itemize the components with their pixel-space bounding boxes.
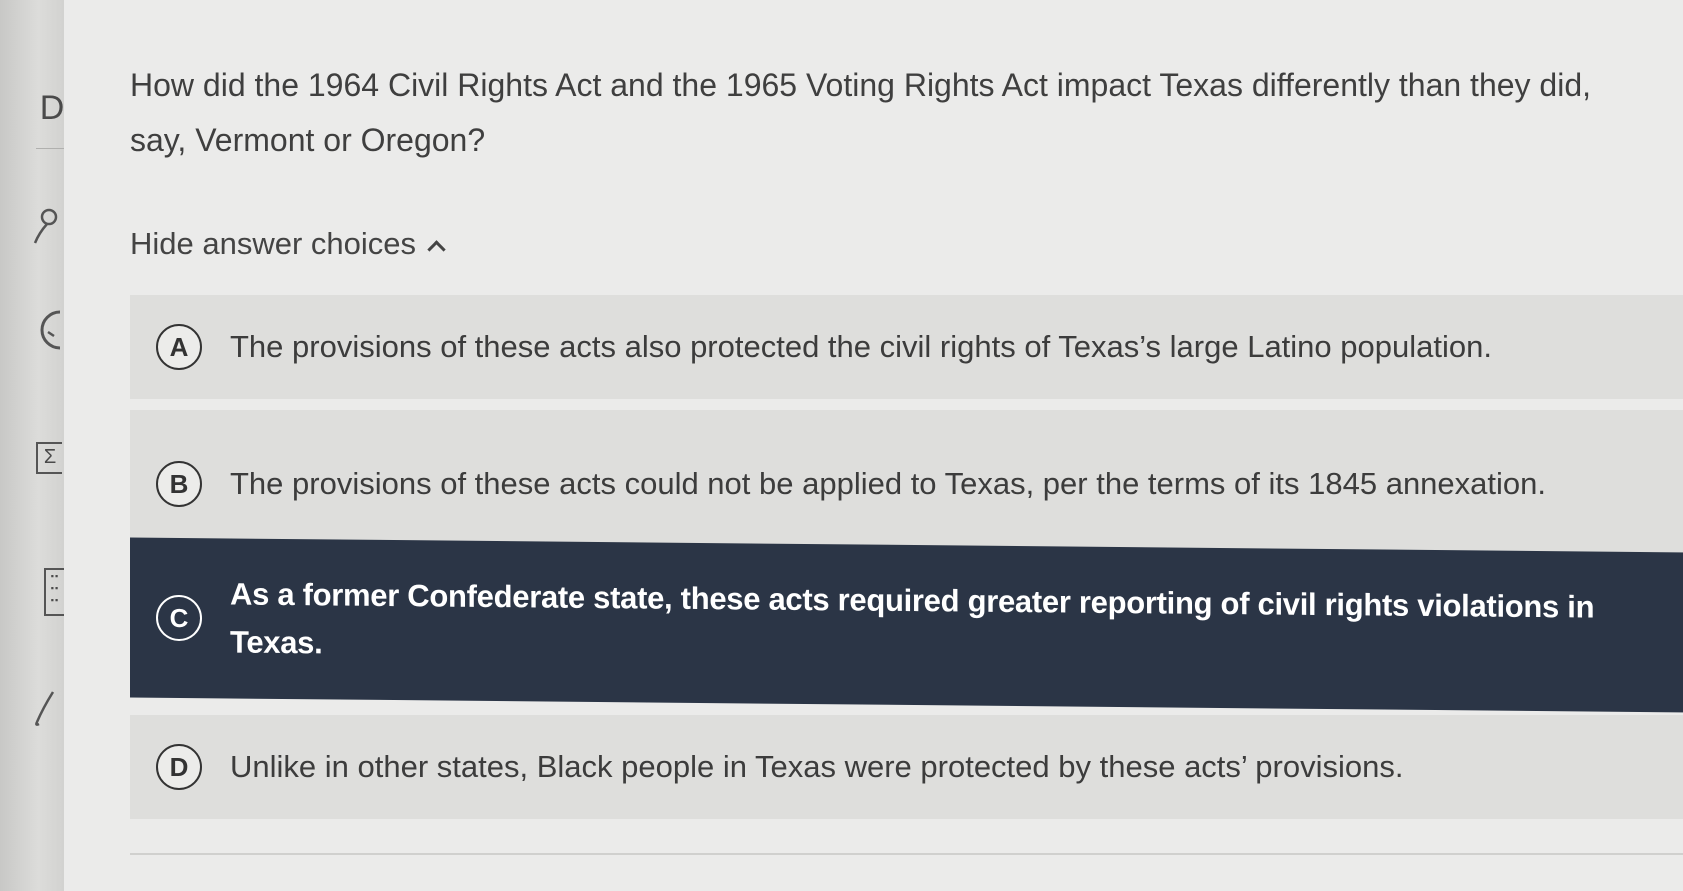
chevron-up-icon	[427, 239, 446, 259]
question-panel: How did the 1964 Civil Rights Act and th…	[64, 0, 1683, 891]
pen-icon[interactable]	[28, 688, 60, 728]
answer-choice-c-selected[interactable]: C As a former Confederate state, these a…	[130, 537, 1683, 713]
answer-choice-b[interactable]: B The provisions of these acts could not…	[130, 410, 1683, 558]
answer-choice-a[interactable]: A The provisions of these acts also prot…	[130, 295, 1683, 399]
clock-icon[interactable]	[28, 310, 80, 350]
choice-text: Unlike in other states, Black people in …	[230, 749, 1404, 784]
choice-text: As a former Confederate state, these act…	[230, 576, 1595, 661]
sidebar-divider	[36, 148, 64, 149]
hide-answer-choices-toggle[interactable]: Hide answer choices	[130, 226, 446, 262]
answer-choice-d[interactable]: D Unlike in other states, Black people i…	[130, 715, 1683, 819]
sigma-icon[interactable]: Σ	[36, 442, 62, 474]
choice-letter-badge: D	[156, 744, 202, 790]
hide-answer-choices-label: Hide answer choices	[130, 226, 417, 261]
choice-text: The provisions of these acts could not b…	[230, 466, 1547, 501]
choice-letter-badge: A	[156, 324, 202, 370]
calculator-icon[interactable]: ▪▪ ▪▪ ▪▪	[44, 568, 64, 616]
choice-letter-badge: B	[156, 461, 202, 507]
person-icon[interactable]	[28, 205, 60, 245]
question-text: How did the 1964 Civil Rights Act and th…	[130, 67, 1592, 158]
left-toolbar: D Σ ▪▪ ▪▪ ▪▪	[0, 0, 80, 891]
divider	[130, 853, 1683, 855]
choice-text: The provisions of these acts also protec…	[230, 329, 1492, 364]
choice-letter-badge: C	[156, 594, 202, 642]
